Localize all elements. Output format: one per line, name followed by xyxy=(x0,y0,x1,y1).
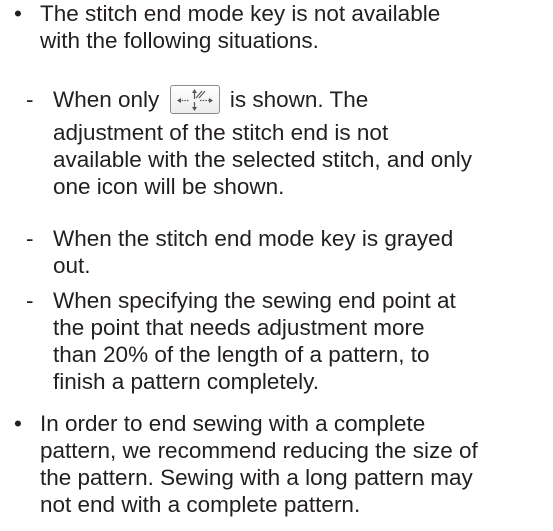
sub-marker: - xyxy=(26,226,34,251)
stitch-end-mode-key-icon xyxy=(169,84,220,114)
stitch-end-arrows-icon xyxy=(176,88,213,111)
bullet-line: the pattern. Sewing with a long pattern … xyxy=(40,465,473,490)
sub-marker: - xyxy=(26,288,34,313)
sub-line-with-icon: When only is shown. The xyxy=(53,84,553,116)
sub-text: When only is shown. The adjustment of th… xyxy=(53,84,553,200)
bullet-line: not end with a complete pattern. xyxy=(40,492,361,517)
bullet-line: The stitch end mode key is not available xyxy=(40,1,441,26)
bullet-line: with the following situations. xyxy=(40,28,319,53)
sub-line: the point that needs adjustment more xyxy=(53,315,425,340)
sub-text: When specifying the sewing end point at … xyxy=(53,287,553,395)
bullet-text: The stitch end mode key is not available… xyxy=(40,0,553,54)
bullet-line: pattern, we recommend reducing the size … xyxy=(40,438,478,463)
bullet-text: In order to end sewing with a complete p… xyxy=(40,410,553,518)
sub-line: out. xyxy=(53,253,91,278)
sub-line: one icon will be shown. xyxy=(53,173,285,199)
sub-line-after-icon: is shown. The xyxy=(229,87,369,112)
sub-line: When the stitch end mode key is grayed xyxy=(53,226,454,251)
sub-line: When specifying the sewing end point at xyxy=(53,288,456,313)
sub-text: When the stitch end mode key is grayed o… xyxy=(53,225,553,279)
sub-line: available with the selected stitch, and … xyxy=(53,146,472,172)
sub-line: finish a pattern completely. xyxy=(53,369,319,394)
bullet-marker: • xyxy=(14,1,22,26)
sub-line-before-icon: When only xyxy=(53,87,160,112)
sub-marker: - xyxy=(26,87,34,112)
bullet-marker: • xyxy=(14,411,22,436)
sub-line: than 20% of the length of a pattern, to xyxy=(53,342,430,367)
bullet-line: In order to end sewing with a complete xyxy=(40,411,426,436)
sub-line: adjustment of the stitch end is not xyxy=(53,119,389,145)
